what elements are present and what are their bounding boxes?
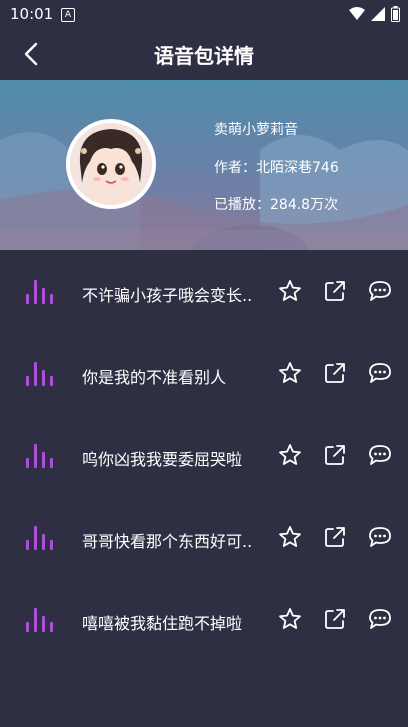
list-item[interactable]: 嘻嘻被我黏住跑不掉啦 (0, 578, 408, 660)
signal-icon (371, 7, 385, 21)
audio-bars-icon[interactable] (26, 526, 54, 550)
audio-bars-icon[interactable] (26, 444, 54, 468)
star-icon[interactable] (277, 360, 303, 386)
audio-bars-icon[interactable] (26, 362, 54, 386)
audio-bars-icon[interactable] (26, 608, 54, 632)
avatar (66, 119, 156, 209)
share-icon[interactable] (322, 278, 348, 304)
share-icon[interactable] (322, 606, 348, 632)
battery-icon (391, 6, 400, 22)
share-icon[interactable] (322, 360, 348, 386)
voice-pack-banner (0, 80, 408, 250)
comment-icon[interactable] (367, 442, 393, 468)
voice-pack-name: 卖萌小萝莉音 (214, 122, 298, 138)
comment-icon[interactable] (367, 278, 393, 304)
star-icon[interactable] (277, 524, 303, 550)
page-title: 语音包详情 (154, 44, 254, 68)
voice-title[interactable]: 你是我的不准看别人 (82, 364, 262, 388)
notification-a-icon: A (61, 8, 75, 22)
status-time: 10:01 (10, 5, 54, 23)
comment-icon[interactable] (367, 524, 393, 550)
banner-background (0, 80, 408, 250)
star-icon[interactable] (277, 278, 303, 304)
comment-icon[interactable] (367, 606, 393, 632)
voice-title[interactable]: 哥哥快看那个东西好可.. (82, 528, 262, 552)
comment-icon[interactable] (367, 360, 393, 386)
list-item[interactable]: 你是我的不准看别人 (0, 332, 408, 414)
girl-avatar-illustration (70, 123, 152, 205)
voice-title[interactable]: 不许骗小孩子哦会变长.. (82, 282, 262, 306)
audio-bars-icon[interactable] (26, 280, 54, 304)
share-icon[interactable] (322, 442, 348, 468)
list-item[interactable]: 哥哥快看那个东西好可.. (0, 496, 408, 578)
app-header: 语音包详情 (0, 28, 408, 80)
status-icons (349, 6, 400, 22)
voice-title[interactable]: 嘻嘻被我黏住跑不掉啦 (82, 610, 262, 634)
list-item[interactable]: 不许骗小孩子哦会变长.. (0, 250, 408, 332)
list-item[interactable]: 呜你凶我我要委屈哭啦 (0, 414, 408, 496)
share-icon[interactable] (322, 524, 348, 550)
voice-pack-author: 作者：北陌深巷746 (214, 160, 339, 176)
star-icon[interactable] (277, 442, 303, 468)
status-bar: 10:01 A (0, 0, 408, 28)
wifi-icon (349, 7, 365, 20)
voice-title[interactable]: 呜你凶我我要委屈哭啦 (82, 446, 262, 470)
star-icon[interactable] (277, 606, 303, 632)
voice-pack-plays: 已播放：284.8万次 (214, 197, 339, 213)
